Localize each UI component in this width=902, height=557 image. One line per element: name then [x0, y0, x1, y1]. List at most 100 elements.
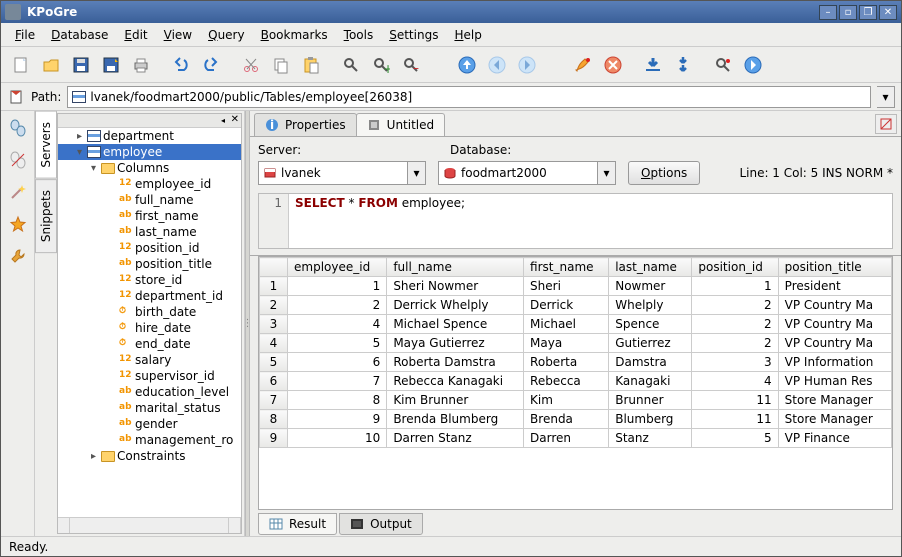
table-row[interactable]: 34Michael SpenceMichaelSpence2VP Country… [260, 315, 892, 334]
tab-output[interactable]: Output [339, 513, 423, 535]
menu-settings[interactable]: Settings [381, 26, 446, 44]
result-grid[interactable]: employee_idfull_namefirst_namelast_namep… [258, 256, 893, 510]
tree-column[interactable]: abmarital_status [58, 400, 241, 416]
cut-icon[interactable] [237, 51, 265, 79]
zoom-in-icon[interactable]: + [367, 51, 395, 79]
col-header[interactable]: employee_id [288, 258, 387, 277]
download-icon[interactable] [639, 51, 667, 79]
tree-close-icon[interactable]: ✕ [231, 114, 239, 125]
vtab-snippets[interactable]: Snippets [35, 179, 57, 253]
table-row[interactable]: 45Maya GutierrezMayaGutierrez2VP Country… [260, 334, 892, 353]
print-icon[interactable] [127, 51, 155, 79]
tab-result[interactable]: Result [258, 513, 337, 535]
tree-column[interactable]: ⏱birth_date [58, 304, 241, 320]
menu-tools[interactable]: Tools [336, 26, 382, 44]
table-row[interactable]: 11Sheri NowmerSheriNowmer1President [260, 277, 892, 296]
menu-view[interactable]: View [156, 26, 200, 44]
bookmark-icon[interactable] [7, 88, 25, 106]
nav-up-icon[interactable] [453, 51, 481, 79]
tree-column[interactable]: ⏱end_date [58, 336, 241, 352]
next-result-icon[interactable] [739, 51, 767, 79]
database-combo[interactable]: foodmart2000 ▾ [438, 161, 616, 185]
col-header[interactable]: last_name [609, 258, 692, 277]
tool-icon[interactable] [7, 245, 29, 267]
tree-node-constraints[interactable]: ▸Constraints [58, 448, 241, 464]
tab-properties[interactable]: iProperties [254, 113, 357, 136]
tree-column[interactable]: abfirst_name [58, 208, 241, 224]
tree-column[interactable]: ablast_name [58, 224, 241, 240]
run-icon[interactable] [569, 51, 597, 79]
tab-overflow-icon[interactable] [875, 114, 897, 134]
menu-database[interactable]: Database [43, 26, 116, 44]
tree-column[interactable]: abeducation_level [58, 384, 241, 400]
tree-node-columns[interactable]: ▾Columns [58, 160, 241, 176]
col-header[interactable]: first_name [524, 258, 609, 277]
table-row[interactable]: 56Roberta DamstraRobertaDamstra3VP Infor… [260, 353, 892, 372]
menu-edit[interactable]: Edit [116, 26, 155, 44]
menu-file[interactable]: File [7, 26, 43, 44]
col-header[interactable]: position_title [778, 258, 891, 277]
options-button[interactable]: Options [628, 161, 700, 185]
tree-column[interactable]: abposition_title [58, 256, 241, 272]
path-input[interactable]: lvanek/foodmart2000/public/Tables/employ… [67, 86, 871, 108]
find-icon[interactable] [337, 51, 365, 79]
tree-node-employee[interactable]: ▾employee [58, 144, 241, 160]
table-row[interactable]: 910Darren StanzDarrenStanz5VP Finance [260, 429, 892, 448]
tab-untitled[interactable]: Untitled [356, 113, 445, 136]
new-icon[interactable] [7, 51, 35, 79]
table-row[interactable]: 67Rebecca KanagakiRebeccaKanagaki4VP Hum… [260, 372, 892, 391]
object-tree[interactable]: ◂ ✕ ▸department ▾employee ▾Columns 12emp… [57, 113, 242, 534]
table-icon [72, 91, 86, 103]
close-button[interactable]: ✕ [879, 5, 897, 20]
connect-icon[interactable] [7, 117, 29, 139]
path-label: Path: [31, 90, 61, 104]
col-header[interactable]: full_name [387, 258, 524, 277]
main: Servers Snippets ◂ ✕ ▸department ▾employ… [1, 111, 901, 536]
open-icon[interactable] [37, 51, 65, 79]
tree-column[interactable]: 12department_id [58, 288, 241, 304]
minimize-button[interactable]: – [819, 5, 837, 20]
restore-button[interactable]: ❐ [859, 5, 877, 20]
col-header[interactable]: position_id [692, 258, 778, 277]
menu-help[interactable]: Help [446, 26, 489, 44]
tree-collapse-icon[interactable]: ◂ [221, 116, 225, 125]
menu-query[interactable]: Query [200, 26, 252, 44]
tree-column[interactable]: 12store_id [58, 272, 241, 288]
download-all-icon[interactable] [669, 51, 697, 79]
tree-column[interactable]: abfull_name [58, 192, 241, 208]
table-row[interactable]: 89Brenda BlumbergBrendaBlumberg11Store M… [260, 410, 892, 429]
tree-column[interactable]: abmanagement_ro [58, 432, 241, 448]
save-as-icon[interactable] [97, 51, 125, 79]
wizard-icon[interactable] [7, 181, 29, 203]
search-db-icon[interactable] [709, 51, 737, 79]
tree-column[interactable]: abgender [58, 416, 241, 432]
paste-icon[interactable] [297, 51, 325, 79]
zoom-out-icon[interactable]: – [397, 51, 425, 79]
path-dropdown[interactable]: ▾ [877, 86, 895, 108]
tree-scrollbar[interactable] [58, 517, 241, 533]
favorite-icon[interactable] [7, 213, 29, 235]
disconnect-icon[interactable] [7, 149, 29, 171]
sql-editor[interactable]: 1 SELECT * FROM employee; [258, 193, 893, 249]
save-icon[interactable] [67, 51, 95, 79]
maximize-button[interactable]: ▫ [839, 5, 857, 20]
copy-icon[interactable] [267, 51, 295, 79]
table-row[interactable]: 78Kim BrunnerKimBrunner11Store Manager [260, 391, 892, 410]
nav-forward-icon[interactable] [513, 51, 541, 79]
table-row[interactable]: 22Derrick WhelplyDerrickWhelply2VP Count… [260, 296, 892, 315]
tree-column[interactable]: 12supervisor_id [58, 368, 241, 384]
nav-back-icon[interactable] [483, 51, 511, 79]
tree-column[interactable]: 12salary [58, 352, 241, 368]
server-combo[interactable]: lvanek ▾ [258, 161, 426, 185]
sql-code[interactable]: SELECT * FROM employee; [289, 194, 471, 248]
undo-icon[interactable] [167, 51, 195, 79]
redo-icon[interactable] [197, 51, 225, 79]
menu-bookmarks[interactable]: Bookmarks [253, 26, 336, 44]
tree-column[interactable]: ⏱hire_date [58, 320, 241, 336]
stop-icon[interactable] [599, 51, 627, 79]
tree-node-department[interactable]: ▸department [58, 128, 241, 144]
tree-column[interactable]: 12position_id [58, 240, 241, 256]
vtab-servers[interactable]: Servers [35, 111, 57, 179]
tree-column[interactable]: 12employee_id [58, 176, 241, 192]
left-iconbar [1, 111, 35, 536]
